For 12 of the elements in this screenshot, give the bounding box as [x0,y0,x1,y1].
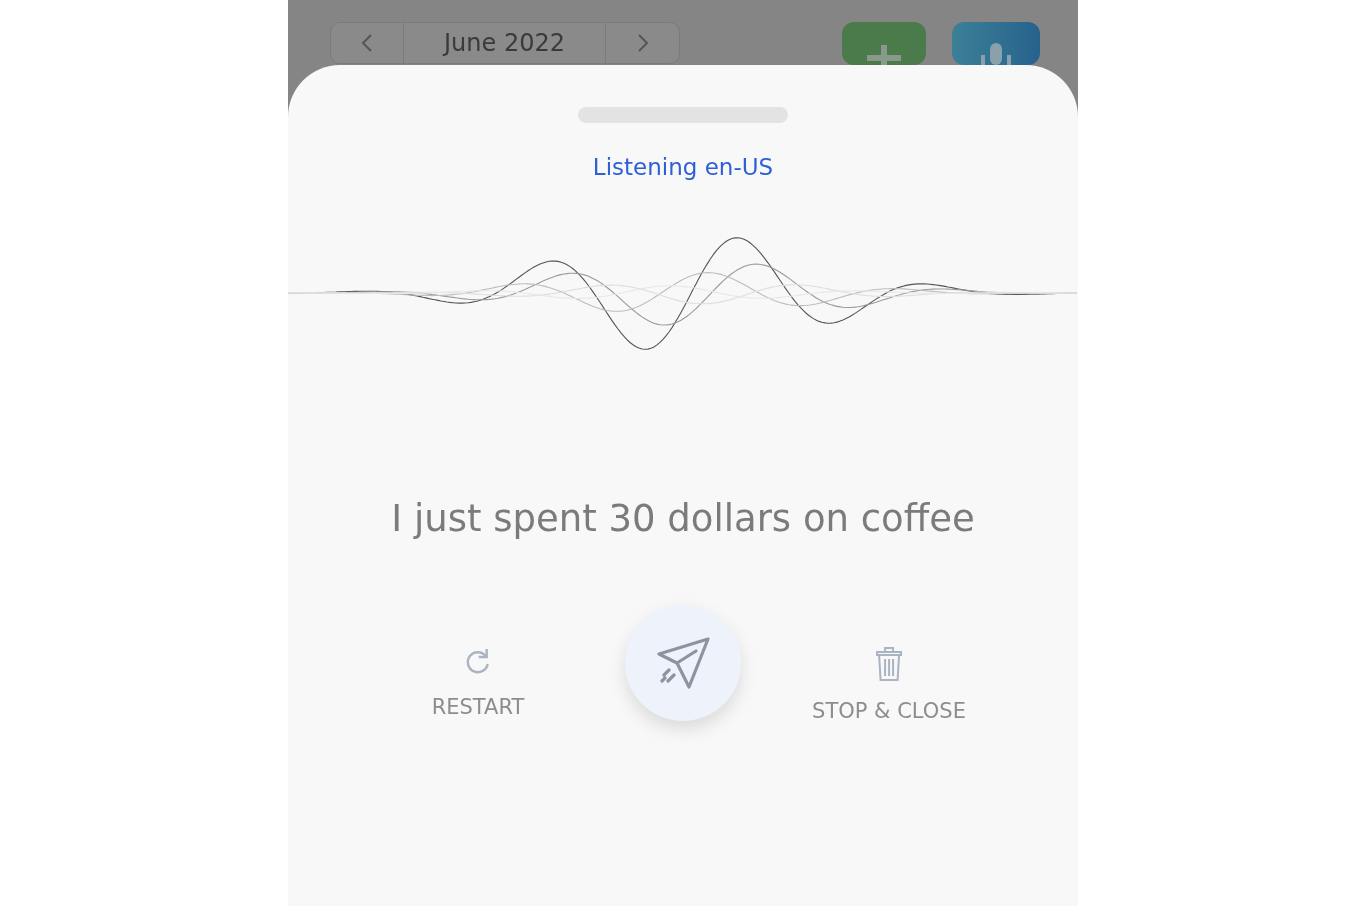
chevron-right-icon [636,33,649,53]
trash-icon [876,647,902,681]
microphone-button[interactable] [952,22,1040,65]
chevron-left-icon [361,33,373,53]
paper-plane-icon [656,637,710,689]
stop-and-close-button[interactable]: STOP & CLOSE [804,639,974,731]
restart-button[interactable]: RESTART [423,639,533,727]
microphone-icon [981,43,1011,65]
transcript-text: I just spent 30 dollars on coffee [391,496,975,542]
add-button[interactable] [842,22,926,65]
plus-icon [867,45,901,65]
listening-status: Listening en-US [592,153,774,182]
